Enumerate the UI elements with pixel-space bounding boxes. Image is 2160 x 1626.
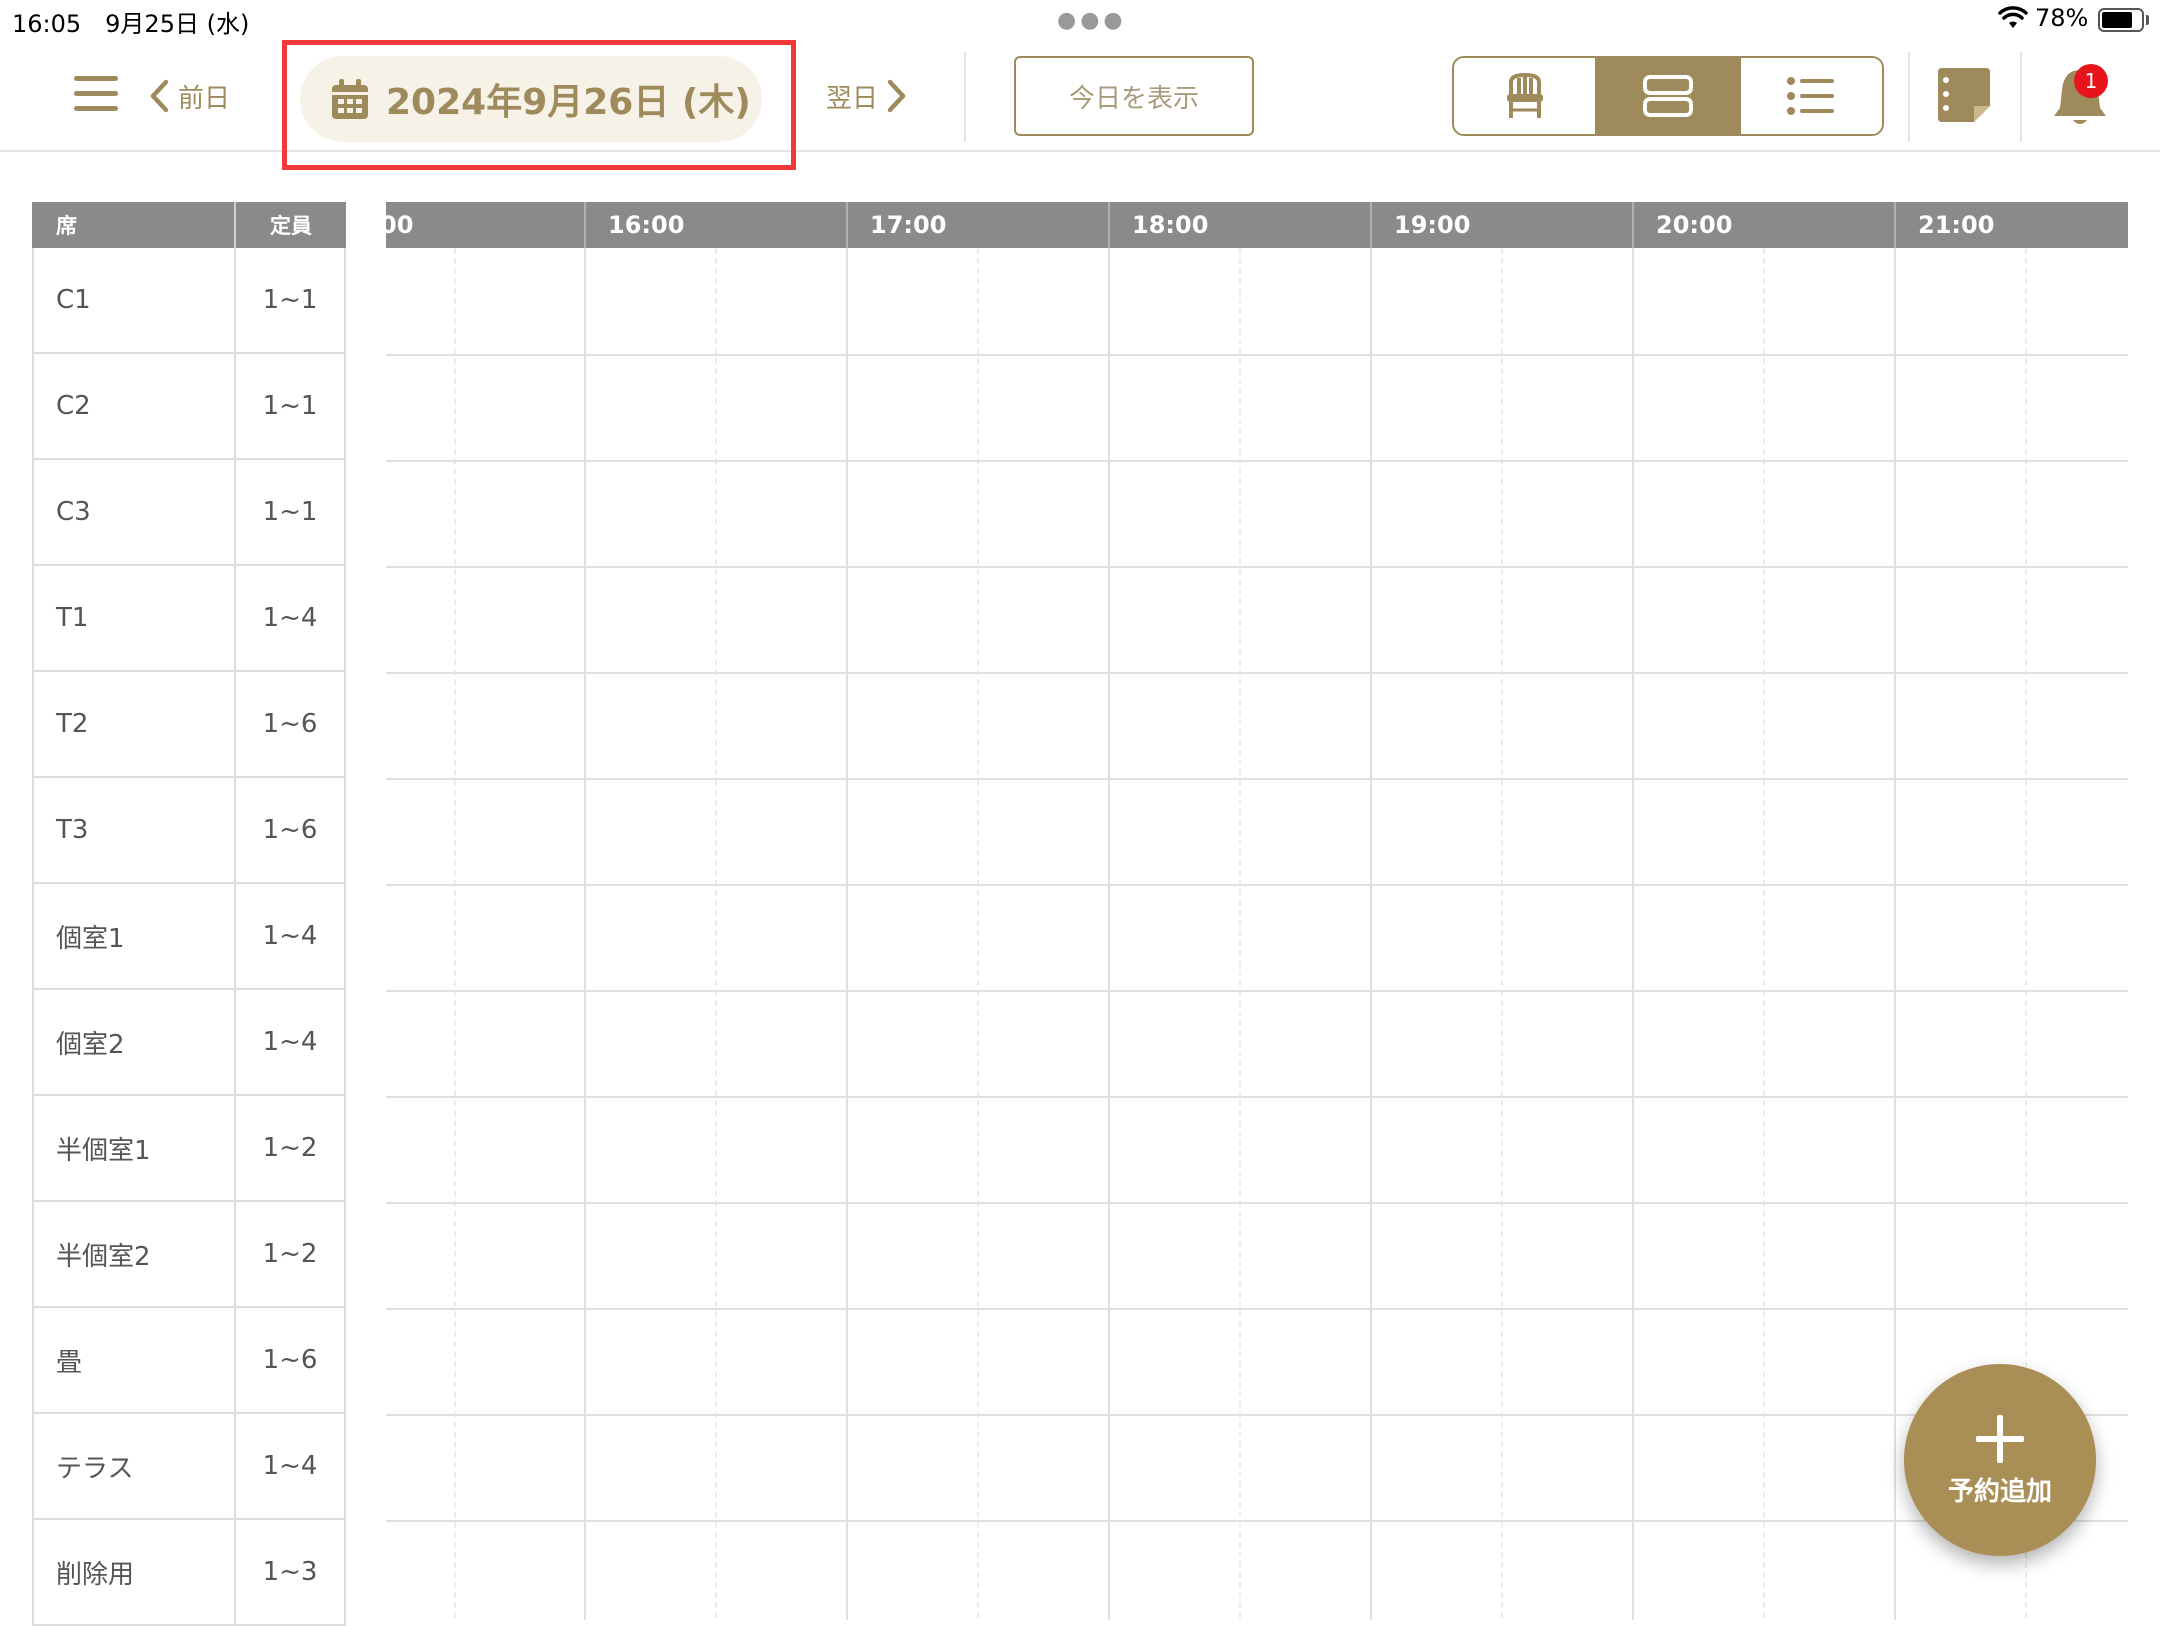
wifi-icon bbox=[1998, 6, 2028, 28]
menu-icon[interactable] bbox=[74, 76, 118, 116]
seat-capacity: 1~4 bbox=[262, 603, 318, 633]
seat-row[interactable]: 個室2 1~4 bbox=[32, 990, 346, 1096]
row-line bbox=[386, 1202, 2128, 1204]
seat-capacity: 1~1 bbox=[262, 285, 318, 315]
list-view-button[interactable] bbox=[1740, 58, 1882, 134]
seat-row[interactable]: C2 1~1 bbox=[32, 354, 346, 460]
seat-row[interactable]: C3 1~1 bbox=[32, 460, 346, 566]
seat-name: T2 bbox=[34, 672, 236, 776]
seat-capacity: 1~3 bbox=[262, 1557, 318, 1587]
memo-icon[interactable] bbox=[1936, 66, 1992, 124]
seat-capacity: 1~6 bbox=[262, 709, 318, 739]
timeline-hour-label: 19:00 bbox=[1370, 202, 1470, 248]
seat-table-header: 席 定員 bbox=[32, 202, 346, 248]
timeline-hour-label: 00 bbox=[386, 211, 414, 239]
row-line bbox=[386, 460, 2128, 462]
timeline-view-button[interactable] bbox=[1597, 58, 1741, 134]
seat-row[interactable]: 半個室2 1~2 bbox=[32, 1202, 346, 1308]
seat-row[interactable]: 個室1 1~4 bbox=[32, 884, 346, 990]
current-date: 2024年9月26日 (木) bbox=[386, 82, 751, 123]
row-line bbox=[386, 1414, 2128, 1416]
seat-row[interactable]: 削除用 1~3 bbox=[32, 1520, 346, 1626]
seat-name: 畳 bbox=[34, 1308, 236, 1412]
row-line bbox=[386, 778, 2128, 780]
row-line bbox=[386, 672, 2128, 674]
seat-capacity: 1~4 bbox=[262, 921, 318, 951]
battery-tip bbox=[2146, 15, 2149, 25]
timeline-hour-label: 17:00 bbox=[846, 202, 946, 248]
status-bar: 16:05 9月25日 (水) ●●● 78% bbox=[0, 0, 2160, 40]
row-line bbox=[386, 1308, 2128, 1310]
toolbar: 前日 2024年9月26日 (木) 翌日 今日を表示 1 bbox=[0, 40, 2160, 170]
battery-percent: 78% bbox=[2035, 4, 2089, 32]
chevron-left-icon bbox=[150, 79, 169, 113]
seat-capacity: 1~6 bbox=[262, 815, 318, 845]
timeline-hour-label: 18:00 bbox=[1108, 202, 1208, 248]
next-day-button[interactable]: 翌日 bbox=[826, 74, 908, 118]
row-line bbox=[386, 566, 2128, 568]
prev-day-button[interactable]: 前日 bbox=[148, 74, 230, 118]
row-line bbox=[386, 990, 2128, 992]
timeline-header: 00 16:00 17:00 18:00 19:00 20:00 21:00 bbox=[386, 202, 2128, 248]
multitasking-dots-icon[interactable]: ●●● bbox=[1057, 8, 1127, 33]
seat-name: テラス bbox=[34, 1414, 236, 1518]
calendar-icon bbox=[332, 79, 368, 119]
timeline-hour-label: 20:00 bbox=[1632, 202, 1732, 248]
seat-row[interactable]: テラス 1~4 bbox=[32, 1414, 346, 1520]
seat-capacity: 1~4 bbox=[262, 1451, 318, 1481]
seat-name: C3 bbox=[34, 460, 236, 564]
seat-name: C2 bbox=[34, 354, 236, 458]
row-line bbox=[386, 354, 2128, 356]
seat-row[interactable]: T2 1~6 bbox=[32, 672, 346, 778]
row-line bbox=[386, 1096, 2128, 1098]
capacity-column-header: 定員 bbox=[270, 214, 312, 238]
seat-name: 半個室2 bbox=[34, 1202, 236, 1306]
plus-icon bbox=[1976, 1414, 2024, 1463]
seat-column-header: 席 bbox=[32, 202, 236, 248]
seat-name: C1 bbox=[34, 248, 236, 352]
chevron-right-icon bbox=[887, 79, 906, 113]
status-time-date: 16:05 9月25日 (水) bbox=[12, 10, 250, 38]
seat-row[interactable]: C1 1~1 bbox=[32, 248, 346, 354]
toolbar-divider bbox=[2020, 52, 2022, 142]
view-mode-toggle bbox=[1452, 56, 1884, 136]
seat-name: T3 bbox=[34, 778, 236, 882]
chair-icon bbox=[1506, 72, 1543, 118]
seat-capacity: 1~2 bbox=[262, 1239, 318, 1269]
timeline-hour-label: 16:00 bbox=[584, 202, 684, 248]
seat-capacity: 1~1 bbox=[262, 391, 318, 421]
seat-capacity: 1~1 bbox=[262, 497, 318, 527]
add-reservation-label: 予約追加 bbox=[1947, 1476, 2052, 1507]
seat-row[interactable]: 半個室1 1~2 bbox=[32, 1096, 346, 1202]
list-icon bbox=[1787, 77, 1835, 115]
date-picker-button[interactable]: 2024年9月26日 (木) bbox=[300, 56, 762, 142]
seat-capacity: 1~2 bbox=[262, 1133, 318, 1163]
seat-name: T1 bbox=[34, 566, 236, 670]
seat-row[interactable]: 畳 1~6 bbox=[32, 1308, 346, 1414]
next-day-label: 翌日 bbox=[826, 83, 879, 114]
seat-row[interactable]: T3 1~6 bbox=[32, 778, 346, 884]
seat-name: 削除用 bbox=[34, 1520, 236, 1624]
timeline-rows-icon bbox=[1642, 75, 1693, 117]
add-reservation-button[interactable]: 予約追加 bbox=[1904, 1364, 2096, 1556]
seat-name: 個室1 bbox=[34, 884, 236, 988]
seat-capacity: 1~4 bbox=[262, 1027, 318, 1057]
reservation-timeline[interactable]: 00 16:00 17:00 18:00 19:00 20:00 21:00 bbox=[386, 202, 2128, 1620]
seat-name: 個室2 bbox=[34, 990, 236, 1094]
battery-icon bbox=[2098, 8, 2144, 32]
seat-row[interactable]: T1 1~4 bbox=[32, 566, 346, 672]
seat-capacity: 1~6 bbox=[262, 1345, 318, 1375]
notification-badge: 1 bbox=[2074, 64, 2108, 98]
row-line bbox=[386, 1520, 2128, 1522]
prev-day-label: 前日 bbox=[178, 83, 231, 114]
timeline-hour-label: 21:00 bbox=[1894, 202, 1994, 248]
seat-table: 席 定員 C1 1~1 C2 1~1 C3 1~1 T1 1~4 T2 1~6 T3 1~6… bbox=[32, 202, 346, 1626]
seat-view-button[interactable] bbox=[1454, 58, 1598, 134]
toolbar-divider bbox=[1908, 52, 1910, 142]
row-line bbox=[386, 884, 2128, 886]
show-today-button[interactable]: 今日を表示 bbox=[1014, 56, 1254, 136]
toolbar-divider bbox=[964, 52, 966, 142]
seat-name: 半個室1 bbox=[34, 1096, 236, 1200]
